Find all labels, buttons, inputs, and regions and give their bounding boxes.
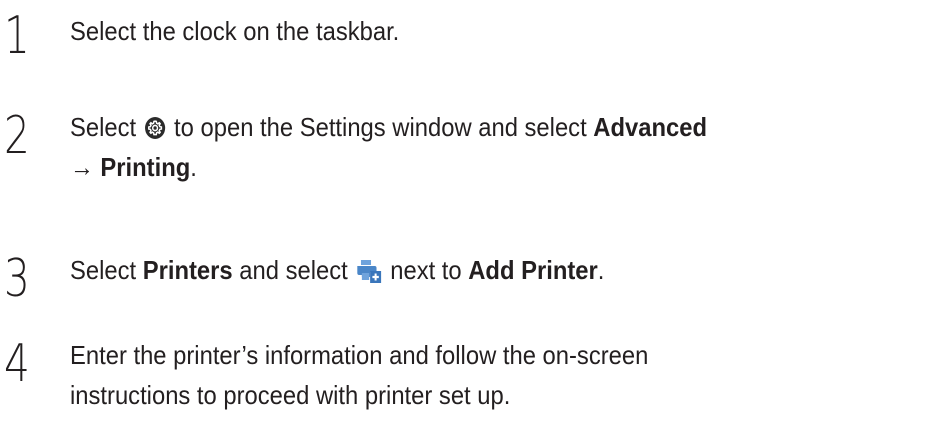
step-2-text-b: to open the Settings window and select <box>167 112 594 142</box>
step-2-period: . <box>190 152 197 182</box>
step-number: 1 <box>4 6 30 66</box>
step-number: 2 <box>4 106 30 166</box>
printing-menu-label: Printing <box>100 152 191 182</box>
step-1-line: Select the clock on the taskbar. <box>70 11 869 51</box>
printers-label: Printers <box>142 255 233 285</box>
add-printer-label: Add Printer <box>468 255 598 285</box>
step-2-text-a: Select <box>70 112 143 142</box>
step-2-line-2: → Printing. <box>70 147 869 187</box>
step-4-line-1: Enter the printer’s information and foll… <box>70 340 649 370</box>
step-number: 4 <box>4 334 30 394</box>
step-1-text: Select the clock on the taskbar. <box>70 16 400 46</box>
step-3-text-b: and select <box>232 255 355 285</box>
step-3-text-c: next to <box>383 255 469 285</box>
step-text: Select Printers and select next to Add P… <box>70 250 869 290</box>
instruction-steps: 1 Select the clock on the taskbar. 2 Sel… <box>0 0 943 429</box>
step-4-line-2: instructions to proceed with printer set… <box>70 380 511 410</box>
step-number: 3 <box>4 249 30 309</box>
arrow-symbol: → <box>70 152 101 182</box>
step-text: Select the clock on the taskbar. <box>70 11 869 51</box>
step-2-line-1: Select to open the Settings window and s… <box>70 107 869 147</box>
advanced-menu-label: Advanced <box>593 112 708 142</box>
add-printer-icon <box>357 260 381 283</box>
step-3-line: Select Printers and select next to Add P… <box>70 250 869 290</box>
settings-gear-icon <box>144 117 165 139</box>
step-3-text-a: Select <box>70 255 143 285</box>
step-3-period: . <box>597 255 605 285</box>
step-text: Select to open the Settings window and s… <box>70 107 869 187</box>
step-text: Enter the printer’s information and foll… <box>70 335 869 415</box>
